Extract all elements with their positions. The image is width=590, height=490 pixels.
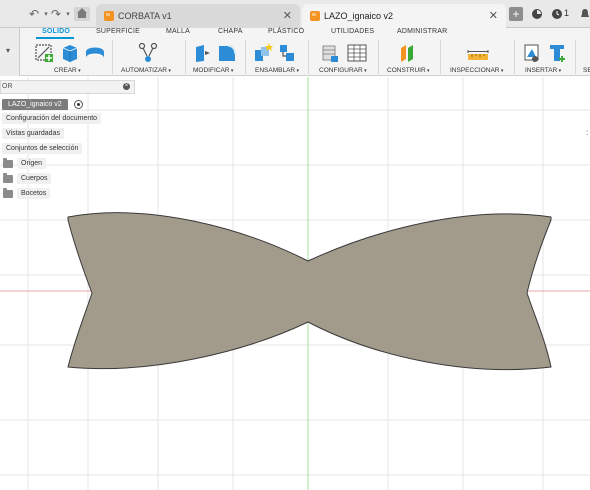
configuration-table-icon[interactable]	[346, 42, 368, 64]
ribbon-separator	[112, 40, 113, 74]
home-icon[interactable]	[74, 7, 90, 21]
group-ensamblar[interactable]: ENSAMBLAR	[255, 67, 299, 74]
folder-icon	[3, 158, 13, 168]
tab-chapa[interactable]: CHAPA	[218, 28, 243, 35]
extrude-icon[interactable]	[60, 42, 80, 64]
browser-item-named-views[interactable]: Vistas guardadas	[2, 128, 64, 139]
design-cube-icon	[104, 11, 114, 21]
tab-malla[interactable]: MALLA	[166, 28, 190, 35]
active-tab-indicator	[36, 37, 74, 39]
browser-collapse-icon[interactable]: ×	[123, 83, 130, 90]
insert-mcmaster-icon[interactable]	[547, 42, 567, 64]
new-component-icon[interactable]	[252, 42, 274, 64]
new-tab-button[interactable]: +	[509, 7, 523, 21]
ribbon-separator	[308, 40, 309, 74]
bell-icon[interactable]	[580, 8, 590, 20]
tab-superficie[interactable]: SUPERFICIE	[96, 28, 140, 35]
measure-icon[interactable]	[466, 42, 490, 64]
joint-icon[interactable]	[277, 42, 297, 64]
document-tab-lazo[interactable]: LAZO_ignaico v2 ✕	[302, 4, 506, 28]
design-cube-icon	[310, 11, 320, 21]
document-tab-title: CORBATA v1	[118, 11, 172, 21]
toolbar-ribbon: SOLIDO SUPERFICIE MALLA CHAPA PLÁSTICO U…	[0, 28, 590, 76]
ribbon-separator	[185, 40, 186, 74]
document-tab-title: LAZO_ignaico v2	[324, 11, 394, 21]
tab-administrar[interactable]: ADMINISTRAR	[397, 28, 447, 35]
group-configurar[interactable]: CONFIGURAR	[319, 67, 367, 74]
ribbon-separator	[245, 40, 246, 74]
ribbon-separator	[440, 40, 441, 74]
browser-item-sketches[interactable]: Bocetos	[17, 188, 51, 199]
fillet-icon[interactable]	[216, 42, 238, 64]
browser-item-selection-sets[interactable]: Conjuntos de selección	[2, 143, 83, 154]
group-inspeccionar[interactable]: INSPECCIONAR	[450, 67, 503, 74]
group-insertar[interactable]: INSERTAR	[525, 67, 561, 74]
folder-icon	[3, 188, 13, 198]
browser-item-document-settings[interactable]: Configuración del documento	[2, 113, 102, 124]
bow-tie-body	[67, 212, 552, 371]
offset-plane-icon[interactable]	[398, 42, 418, 64]
ribbon-separator	[514, 40, 515, 74]
folder-icon	[3, 173, 13, 183]
viewport-grid	[0, 77, 590, 490]
tab-plastico[interactable]: PLÁSTICO	[268, 28, 304, 35]
group-construir[interactable]: CONSTRUIR	[387, 67, 430, 74]
tab-bar: ↶ ▾ ↷ ▾ CORBATA v1 ✕ LAZO_ignaico v2 ✕ +…	[0, 0, 590, 28]
active-component-radio[interactable]	[74, 100, 83, 109]
design-canvas[interactable]	[0, 77, 590, 490]
browser-item-origin[interactable]: Origen	[17, 158, 47, 169]
press-pull-icon[interactable]	[192, 42, 212, 64]
configure-icon[interactable]	[320, 42, 340, 64]
browser-root-node[interactable]: LAZO_ignaico v2	[2, 99, 68, 110]
notification-count: 1	[564, 8, 570, 18]
workspace-dropdown-icon[interactable]: ▾	[6, 46, 10, 55]
automate-icon[interactable]	[138, 42, 158, 64]
browser-title: OR	[2, 83, 13, 90]
job-status-icon[interactable]	[531, 8, 543, 20]
tab-solido[interactable]: SOLIDO	[42, 28, 70, 35]
viewcube-edge[interactable]: :	[586, 128, 588, 137]
group-modificar[interactable]: MODIFICAR	[193, 67, 233, 74]
ribbon-separator	[378, 40, 379, 74]
browser-header: OR ×	[0, 80, 135, 94]
group-seleccionar[interactable]: SE	[583, 67, 590, 74]
clock-icon[interactable]	[551, 8, 563, 20]
revolve-icon[interactable]	[84, 42, 106, 64]
document-tab-corbata[interactable]: CORBATA v1 ✕	[96, 4, 300, 28]
insert-image-icon[interactable]	[522, 42, 542, 64]
close-tab-icon[interactable]: ✕	[283, 9, 292, 22]
workspace-switcher[interactable]: ▾	[0, 28, 20, 76]
browser-item-bodies[interactable]: Cuerpos	[17, 173, 52, 184]
tab-utilidades[interactable]: UTILIDADES	[331, 28, 374, 35]
group-automatizar[interactable]: AUTOMATIZAR	[121, 67, 171, 74]
create-sketch-icon[interactable]	[33, 42, 55, 64]
close-tab-icon[interactable]: ✕	[489, 9, 498, 22]
ribbon-separator	[575, 40, 576, 74]
group-crear[interactable]: CREAR	[54, 67, 81, 74]
